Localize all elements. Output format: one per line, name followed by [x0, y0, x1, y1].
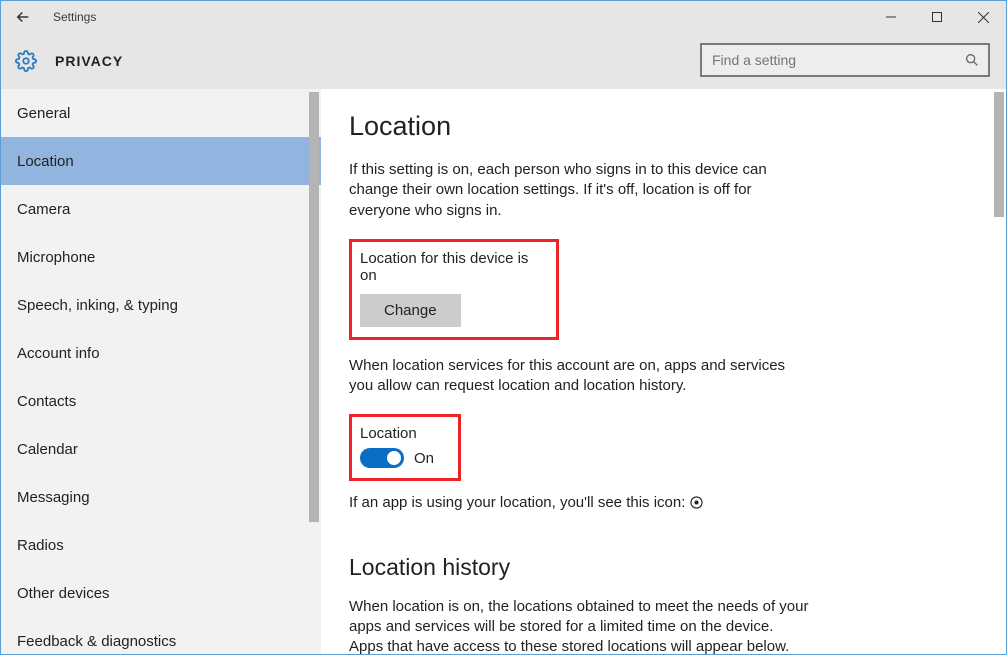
content-scrollbar-thumb[interactable]: [994, 92, 1004, 217]
search-icon: [964, 52, 980, 73]
location-in-use-icon: [690, 494, 703, 511]
nav-list: General Location Camera Microphone Speec…: [1, 89, 321, 654]
icon-notice: If an app is using your location, you'll…: [349, 493, 809, 513]
body: General Location Camera Microphone Speec…: [1, 89, 1006, 654]
sidebar-item-label: Speech, inking, & typing: [17, 297, 178, 314]
page-heading: Location: [349, 111, 941, 142]
sidebar-item-radios[interactable]: Radios: [1, 521, 321, 569]
sidebar-scrollbar[interactable]: [307, 92, 321, 651]
search-input[interactable]: [712, 52, 958, 68]
sidebar-item-general[interactable]: General: [1, 89, 321, 137]
toggle-knob: [387, 451, 401, 465]
sidebar-item-label: Location: [17, 153, 74, 170]
close-button[interactable]: [960, 1, 1006, 33]
sidebar-item-location[interactable]: Location: [1, 137, 321, 185]
sidebar-item-contacts[interactable]: Contacts: [1, 377, 321, 425]
icon-notice-text: If an app is using your location, you'll…: [349, 494, 690, 511]
sidebar: General Location Camera Microphone Speec…: [1, 89, 321, 654]
sidebar-item-label: Account info: [17, 345, 100, 362]
highlight-location-toggle: Location On: [349, 414, 461, 481]
history-heading: Location history: [349, 554, 941, 581]
window-title: Settings: [53, 10, 96, 24]
sidebar-item-label: Messaging: [17, 489, 90, 506]
sidebar-item-camera[interactable]: Camera: [1, 185, 321, 233]
header: PRIVACY: [1, 33, 1006, 89]
gear-icon: [15, 50, 37, 72]
section-title: PRIVACY: [55, 53, 123, 69]
maximize-icon: [932, 12, 942, 22]
sidebar-item-account[interactable]: Account info: [1, 329, 321, 377]
location-toggle[interactable]: [360, 448, 404, 468]
sidebar-item-label: Other devices: [17, 585, 110, 602]
sidebar-item-label: Feedback & diagnostics: [17, 633, 176, 650]
sidebar-item-label: Camera: [17, 201, 70, 218]
sidebar-item-calendar[interactable]: Calendar: [1, 425, 321, 473]
sidebar-item-speech[interactable]: Speech, inking, & typing: [1, 281, 321, 329]
history-text: When location is on, the locations obtai…: [349, 597, 809, 655]
maximize-button[interactable]: [914, 1, 960, 33]
sidebar-item-label: Contacts: [17, 393, 76, 410]
minimize-icon: [886, 12, 896, 22]
settings-window: Settings PRIVACY General: [0, 0, 1007, 655]
sidebar-item-label: Calendar: [17, 441, 78, 458]
minimize-button[interactable]: [868, 1, 914, 33]
change-button[interactable]: Change: [360, 294, 461, 327]
sidebar-scrollbar-thumb[interactable]: [309, 92, 319, 522]
toggle-title: Location: [360, 425, 448, 442]
arrow-left-icon: [14, 8, 32, 26]
sidebar-item-label: Radios: [17, 537, 64, 554]
account-text: When location services for this account …: [349, 356, 809, 397]
content-inner: Location If this setting is on, each per…: [321, 89, 961, 654]
sidebar-item-label: Microphone: [17, 249, 95, 266]
highlight-device-location: Location for this device is on Change: [349, 239, 559, 340]
content-pane: Location If this setting is on, each per…: [321, 89, 1006, 654]
sidebar-item-microphone[interactable]: Microphone: [1, 233, 321, 281]
sidebar-item-messaging[interactable]: Messaging: [1, 473, 321, 521]
sidebar-item-other[interactable]: Other devices: [1, 569, 321, 617]
sidebar-item-label: General: [17, 105, 70, 122]
close-icon: [978, 12, 989, 23]
device-status-label: Location for this device is on: [360, 250, 546, 284]
toggle-row: On: [360, 448, 448, 468]
sidebar-item-feedback[interactable]: Feedback & diagnostics: [1, 617, 321, 654]
toggle-state: On: [414, 450, 434, 467]
window-controls: [868, 1, 1006, 33]
content-scrollbar[interactable]: [992, 92, 1006, 651]
back-button[interactable]: [11, 5, 35, 29]
titlebar: Settings: [1, 1, 1006, 33]
search-box[interactable]: [700, 43, 990, 77]
intro-text: If this setting is on, each person who s…: [349, 160, 809, 221]
